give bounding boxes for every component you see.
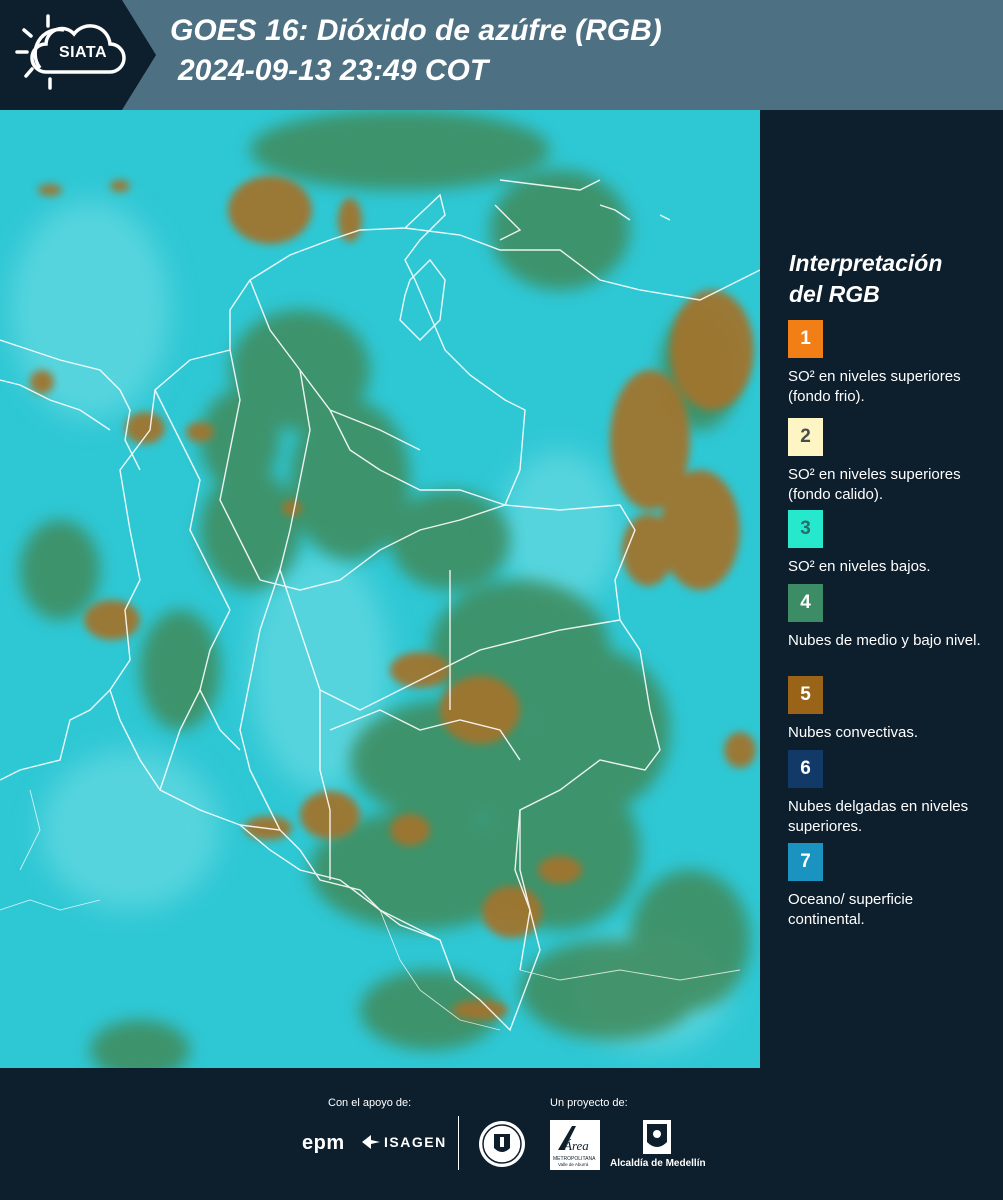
legend-label-1: SO² en niveles superiores (fondo frio).: [788, 368, 961, 405]
legend-label-6: Nubes delgadas en niveles superiores.: [788, 798, 969, 835]
legend-item-5: 5 Nubes convectivas.: [788, 676, 993, 743]
header-bar: SIATA GOES 16: Dióxido de azúfre (RGB) 2…: [0, 0, 1003, 110]
legend-swatch-4: 4: [788, 584, 823, 622]
alcaldia-shield-icon: [643, 1120, 671, 1154]
legend-swatch-5-number: 5: [800, 684, 811, 705]
legend-item-3: 3 SO² en niveles bajos.: [788, 510, 993, 577]
support-label: Con el apoyo de:: [328, 1097, 412, 1109]
legend-title-line1: Interpretación: [789, 250, 943, 276]
alcaldia-text: Alcaldía de Medellín: [610, 1158, 706, 1169]
project-label: Un proyecto de:: [550, 1097, 628, 1109]
epm-logo: epm: [302, 1132, 345, 1154]
footer-divider: [458, 1116, 459, 1170]
legend-swatch-6: 6: [788, 750, 823, 788]
legend-item-6: 6 Nubes delgadas en niveles superiores.: [788, 750, 993, 837]
legend-swatch-2: 2: [788, 418, 823, 456]
legend-swatch-1: 1: [788, 320, 823, 358]
area-logo-subtext2: Valle de Aburrá: [558, 1162, 589, 1167]
legend-swatch-3-number: 3: [800, 518, 811, 539]
legend-label-3: SO² en niveles bajos.: [788, 558, 931, 575]
product-title: GOES 16: Dióxido de azúfre (RGB): [170, 14, 662, 47]
legend-label-5: Nubes convectivas.: [788, 724, 919, 741]
isagen-mark-icon: [362, 1135, 380, 1149]
footer: Con el apoyo de: Un proyecto de: epm ISA…: [0, 1068, 1003, 1200]
legend-title-line2: del RGB: [789, 281, 880, 307]
legend-item-2: 2 SO² en niveles superiores (fondo calid…: [788, 418, 993, 505]
legend-swatch-7: 7: [788, 843, 823, 881]
siata-logo: SIATA: [0, 0, 160, 110]
legend-swatch-7-number: 7: [800, 851, 811, 872]
satellite-map: [0, 110, 760, 1068]
alcaldia-logo: Alcaldía de Medellín: [610, 1118, 706, 1174]
legend-swatch-2-number: 2: [800, 426, 811, 447]
so2-rgb-imagery: [0, 110, 760, 1068]
legend-label-7: Oceano/ superficie continental.: [788, 891, 914, 928]
siata-logo-text: SIATA: [58, 44, 108, 61]
legend-label-2: SO² en niveles superiores (fondo calido)…: [788, 466, 961, 503]
legend-label-4: Nubes de medio y bajo nivel.: [788, 632, 981, 649]
legend-panel: Interpretación del RGB 1 SO² en niveles …: [760, 110, 1003, 1068]
legend-item-7: 7 Oceano/ superficie continental.: [788, 843, 993, 930]
legend-swatch-1-number: 1: [800, 328, 811, 349]
legend-title: Interpretación del RGB: [789, 248, 989, 310]
isagen-logo-text: ISAGEN: [384, 1134, 447, 1150]
product-datetime: 2024-09-13 23:49 COT: [178, 54, 489, 87]
legend-swatch-5: 5: [788, 676, 823, 714]
area-metropolitana-logo: Área METROPOLITANA Valle de Aburrá: [550, 1120, 600, 1170]
legend-swatch-4-number: 4: [800, 592, 811, 613]
area-logo-text: Área: [563, 1138, 589, 1153]
legend-swatch-3: 3: [788, 510, 823, 548]
isagen-logo: ISAGEN: [362, 1134, 447, 1150]
legend-item-1: 1 SO² en niveles superiores (fondo frio)…: [788, 320, 993, 407]
legend-item-4: 4 Nubes de medio y bajo nivel.: [788, 584, 993, 651]
medellin-seal-icon: [479, 1121, 525, 1167]
legend-swatch-6-number: 6: [800, 758, 811, 779]
